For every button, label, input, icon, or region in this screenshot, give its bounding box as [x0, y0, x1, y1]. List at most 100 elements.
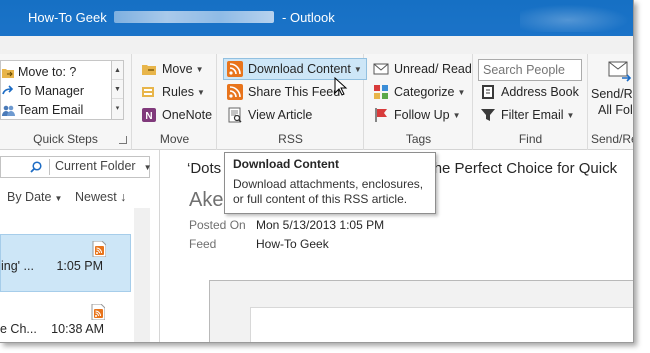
tooltip-line: or full content of this RSS article. — [233, 192, 408, 206]
chevron-down-icon: ▼ — [196, 87, 205, 97]
mouse-cursor-icon — [334, 77, 348, 96]
title-bar: How-To Geek - Outlook — [0, 0, 633, 36]
chevron-down-icon: ▼ — [143, 163, 152, 172]
sort-by-dropdown[interactable]: By Date ▼ — [7, 190, 62, 204]
message-body-frame — [209, 280, 633, 342]
quick-steps-scrollbar[interactable]: ▲ ▼ ▾ — [111, 61, 123, 119]
team-icon — [2, 105, 15, 116]
move-button[interactable]: Move ▼ — [141, 58, 204, 80]
quick-step-team-email[interactable]: Team Email — [1, 100, 83, 119]
scroll-up-icon[interactable]: ▲ — [112, 61, 123, 80]
categorize-label: Categorize — [394, 85, 455, 99]
quick-steps-gallery: Move to: ? To Manager Team Email ▲ ▼ ▾ — [0, 60, 124, 120]
search-scope-dropdown[interactable]: Current Folder ▼ — [49, 159, 152, 175]
unread-read-button[interactable]: Unread/ Read — [373, 58, 472, 80]
sort-order-toggle[interactable]: Newest ↓ — [75, 190, 126, 204]
folder-move-icon — [142, 65, 156, 75]
rss-item-icon — [92, 241, 106, 257]
download-content-tooltip: Download Content Download attachments, e… — [224, 152, 436, 214]
tooltip-line: Download attachments, enclosures, — [233, 177, 424, 191]
feed-label: Feed — [189, 237, 217, 251]
onenote-icon: N — [142, 108, 156, 122]
filter-icon — [481, 109, 495, 121]
ribbon: Move to: ? To Manager Team Email ▲ ▼ ▾ Q… — [0, 54, 633, 150]
flag-icon — [375, 108, 387, 122]
redacted-account — [114, 11, 275, 23]
message-body — [250, 307, 633, 342]
search-people-input[interactable] — [478, 59, 582, 81]
rss-share-icon — [227, 84, 243, 100]
list-item[interactable]: ing' ... 1:05 PM — [0, 234, 131, 292]
mail-list-panel: Current Folder ▼ By Date ▼ Newest ↓ ing' .… — [0, 150, 160, 342]
send-receive-line1: Send/Re — [591, 87, 633, 101]
posted-on-label: Posted On — [189, 218, 246, 232]
categorize-button[interactable]: Categorize ▼ — [373, 81, 465, 103]
send-receive-line2: All Fol — [598, 103, 633, 117]
categorize-icon — [374, 85, 388, 99]
outlook-window: How-To Geek - Outlook Move to: ? To Mana… — [0, 0, 634, 343]
group-label-tags: Tags — [405, 132, 432, 146]
chevron-down-icon: ▼ — [54, 194, 63, 203]
send-receive-icon — [608, 61, 632, 82]
forward-arrow-icon — [2, 84, 14, 94]
sender-name: Ake — [189, 189, 224, 211]
share-feed-button[interactable]: Share This Feed — [227, 81, 340, 103]
titlebar-decoration — [520, 2, 633, 32]
ribbon-tabs-strip — [0, 36, 633, 54]
window-title: How-To Geek - Outlook — [28, 10, 335, 25]
mail-list-scrollbar[interactable] — [134, 208, 150, 342]
group-label-find: Find — [518, 132, 543, 146]
svg-text:N: N — [145, 111, 152, 122]
follow-up-label: Follow Up — [394, 108, 450, 122]
dialog-launcher-icon[interactable] — [119, 136, 127, 144]
rss-group: Download Content ▼ Share This Feed View A… — [218, 54, 367, 150]
view-article-icon — [228, 107, 242, 123]
view-article-button[interactable]: View Article — [227, 104, 312, 126]
tooltip-title: Download Content — [233, 157, 339, 171]
address-book-icon — [482, 85, 494, 99]
address-book-button[interactable]: Address Book — [480, 81, 579, 103]
mailbox-search-bar[interactable]: Current Folder ▼ — [0, 156, 152, 178]
search-icon[interactable] — [29, 160, 43, 174]
mail-snippet: e Ch... — [0, 322, 37, 336]
quick-step-move-to[interactable]: Move to: ? — [1, 62, 76, 81]
onenote-button[interactable]: N OneNote — [141, 104, 212, 126]
folder-arrow-icon — [2, 68, 14, 78]
chevron-down-icon: ▼ — [452, 110, 461, 120]
sort-by-label: By Date — [7, 190, 52, 204]
move-group: Move ▼ Rules ▼ N OneNote Move — [133, 54, 217, 150]
move-label: Move — [162, 62, 193, 76]
address-book-label: Address Book — [501, 85, 579, 99]
rules-icon — [142, 87, 154, 97]
quick-step-to-manager[interactable]: To Manager — [1, 81, 84, 100]
list-item[interactable]: e Ch... 10:38 AM — [0, 298, 131, 342]
find-group: Address Book Filter Email▼ Find — [474, 54, 588, 150]
send-receive-group: Send/Re All Fol Send/Re — [589, 54, 634, 150]
mail-time: 10:38 AM — [51, 322, 104, 336]
sort-order-label: Newest — [75, 190, 117, 204]
quick-steps-group: Move to: ? To Manager Team Email ▲ ▼ ▾ Q… — [0, 54, 132, 150]
subject-end: the Perfect Choice for Quick — [429, 160, 618, 177]
expand-gallery-icon[interactable]: ▾ — [112, 99, 123, 118]
rules-button[interactable]: Rules ▼ — [141, 81, 205, 103]
rules-label: Rules — [162, 85, 194, 99]
tags-group: Unread/ Read Categorize ▼ Follow Up ▼ Tags — [365, 54, 473, 150]
sort-arrow-icon: ↓ — [120, 190, 127, 204]
send-receive-all-button[interactable]: Send/Re All Fol — [589, 58, 633, 124]
chevron-down-icon: ▼ — [566, 110, 575, 120]
window-title-app: How-To Geek — [28, 10, 107, 25]
search-scope-label: Current Folder — [55, 159, 136, 173]
tooltip-description: Download attachments, enclosures, or ful… — [233, 177, 427, 207]
unread-read-label: Unread/ Read — [394, 62, 472, 76]
scroll-down-icon[interactable]: ▼ — [112, 80, 123, 99]
rss-item-icon — [91, 304, 105, 320]
share-feed-label: Share This Feed — [248, 85, 341, 99]
onenote-label: OneNote — [162, 108, 213, 122]
quick-step-label: Team Email — [18, 102, 84, 117]
group-label-send-receive: Send/Re — [591, 132, 634, 146]
filter-email-button[interactable]: Filter Email ▼ — [480, 104, 574, 126]
filter-email-label: Filter Email — [501, 108, 564, 122]
group-label-move: Move — [159, 132, 190, 146]
chevron-down-icon: ▼ — [457, 87, 466, 97]
follow-up-button[interactable]: Follow Up ▼ — [373, 104, 461, 126]
